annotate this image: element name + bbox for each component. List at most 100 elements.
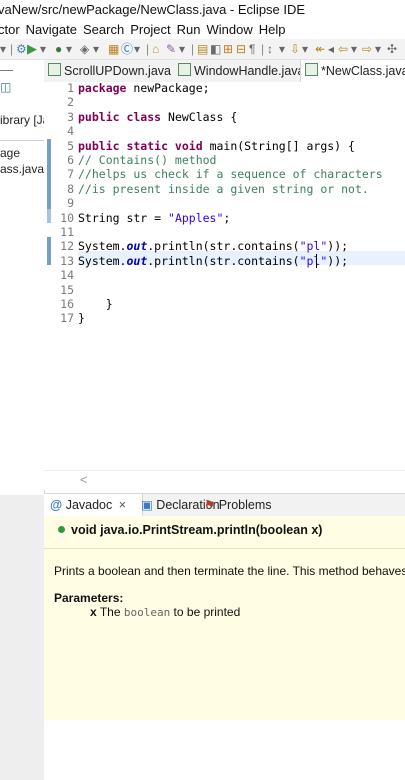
main-toolbar: ▾ | ⚙ ▶ ▾ ● ▾ ◈ ▾ ▦ Ⓒ ▾ | ⌂ ✎ ▾ | ▤ ◧ ⊞ … (0, 39, 405, 60)
menu-refactor[interactable]: ctor (0, 20, 20, 39)
menu-help[interactable]: Help (259, 20, 286, 39)
pin-editor-icon[interactable]: ✣ (387, 42, 397, 56)
tab-windowhandle[interactable]: WindowHandle.java (178, 60, 304, 82)
open-type-icon[interactable]: ⌂ (152, 42, 159, 56)
tree-item-newclass[interactable]: ass.java (0, 162, 44, 176)
menu-window[interactable]: Window (207, 20, 253, 39)
new-dropdown-icon[interactable]: ▾ (134, 42, 140, 56)
back-dropdown-icon[interactable]: ▾ (351, 42, 357, 56)
toolbar-separator: | (10, 42, 14, 56)
menu-search[interactable]: Search (83, 20, 124, 39)
param-text-pre: The (99, 605, 121, 619)
menu-navigate[interactable]: Navigate (26, 20, 77, 39)
change-marker (47, 237, 51, 265)
public-method-icon (58, 526, 65, 533)
code-editor[interactable]: 1 2 3 4 5 6 7 8 9 10 11 12 13 14 15 16 17 package newPac… (44, 81, 405, 490)
menu-bar: ctor Navigate Search Project Run Window Help (0, 20, 405, 39)
run-icon[interactable]: ▶ (27, 42, 37, 56)
line-number: 7 (67, 167, 74, 182)
code-area[interactable]: package newPackage; public class NewClass… (78, 81, 405, 490)
new-class-icon[interactable]: Ⓒ (121, 42, 133, 56)
prev-dropdown-icon[interactable]: ▾ (302, 42, 308, 56)
toggle-block-icon[interactable]: ⊟ (236, 42, 246, 56)
code-line[interactable]: //helps us check if a sequence of charac… (78, 167, 383, 181)
code-line[interactable]: System.out.println(str.contains("pl")); (78, 254, 348, 268)
menu-run[interactable]: Run (177, 20, 201, 39)
forward-dropdown-icon[interactable]: ▾ (375, 42, 381, 56)
signature-text: void java.io.PrintStream.println(boolean… (71, 523, 323, 537)
open-task-icon[interactable]: ▤ (197, 42, 208, 56)
search-tool-icon[interactable]: ✎ (166, 42, 176, 56)
code-token: String str = (78, 210, 169, 225)
line-number: 9 (67, 196, 74, 211)
code-line[interactable]: } (78, 297, 113, 311)
java-file-icon (48, 63, 61, 76)
line-number: 11 (60, 225, 74, 239)
line-number: 1 (67, 81, 74, 95)
coverage-icon[interactable]: ● (55, 42, 62, 56)
toolbar-separator-4: | (261, 42, 265, 56)
code-token: "pl" (299, 253, 328, 268)
tree-item-jre-library[interactable]: ibrary [Ja (0, 113, 49, 127)
javadoc-param: x The boolean to be printed (90, 605, 240, 619)
search-dropdown-icon[interactable]: ▾ (179, 42, 185, 56)
toolbar-separator-3: | (191, 42, 195, 56)
tab-problems[interactable]: ⚑ Problems (204, 494, 272, 516)
coverage-dropdown-icon[interactable]: ▾ (66, 42, 72, 56)
tab-label: WindowHandle.java (194, 64, 305, 78)
javadoc-params-heading: Parameters: (54, 591, 124, 605)
code-token: .println(str.contains( (147, 239, 300, 254)
tools-dropdown-icon[interactable]: ▾ (93, 42, 99, 56)
code-line[interactable]: String str = "Apples"; (78, 211, 230, 225)
code-token: } (78, 297, 113, 311)
back-nav-icon[interactable]: ⇦ (338, 42, 348, 56)
code-line[interactable]: System.out.println(str.contains("pl")); (78, 239, 348, 253)
change-marker (47, 139, 51, 209)
java-file-icon (178, 63, 191, 76)
declaration-icon: ▣ (141, 498, 153, 512)
javadoc-divider (44, 548, 405, 549)
tab-scrollupdown[interactable]: ScrollUPDown.java (48, 60, 171, 82)
back-icon[interactable]: ◂ (328, 42, 334, 56)
line-number: 3 (67, 109, 74, 124)
tree-item-package[interactable]: age (0, 146, 20, 160)
scroll-left-icon[interactable]: < (80, 472, 88, 487)
param-name: x (90, 605, 97, 619)
code-token: System. (78, 253, 127, 268)
editor-ruler (44, 82, 52, 490)
prev-annotation-icon[interactable]: ⇩ (290, 42, 300, 56)
show-whitespace-icon[interactable]: ¶ (249, 42, 255, 56)
window-title: vaNew/src/newPackage/NewClass.java - Ecl… (0, 2, 306, 17)
code-line[interactable]: //is present inside a given string or no… (78, 182, 369, 196)
param-text-post: to be printed (173, 605, 241, 619)
menu-project[interactable]: Project (130, 20, 170, 39)
external-tools-icon[interactable]: ◈ (80, 42, 89, 56)
toolbar-chevron-icon[interactable]: ▾ (0, 42, 6, 56)
line-number: 15 (60, 282, 74, 297)
next-annotation-icon[interactable]: ↕ (267, 42, 273, 56)
annotation-dropdown-icon[interactable]: ▾ (279, 42, 285, 56)
code-token: public static void (78, 138, 210, 153)
code-line[interactable]: } (78, 311, 85, 325)
editor-tab-bar: ScrollUPDown.java WindowHandle.java *New… (44, 60, 405, 83)
code-line[interactable]: // Contains() method (78, 153, 216, 167)
minimize-icon[interactable]: — (0, 62, 13, 77)
tab-newclass[interactable]: *NewClass.java (300, 60, 405, 82)
toggle-breadcrumb-icon[interactable]: ⊞ (223, 42, 233, 56)
package-explorer: — ◫ ibrary [Ja age ass.java (0, 60, 49, 780)
code-line[interactable]: public class NewClass { (78, 110, 237, 124)
tab-label: ScrollUPDown.java (64, 64, 171, 78)
toggle-mark-icon[interactable]: ◧ (210, 42, 221, 56)
debug-icon[interactable]: ⚙ (16, 42, 27, 56)
forward-nav-icon[interactable]: ⇨ (362, 42, 372, 56)
new-package-icon[interactable]: ▦ (108, 42, 119, 56)
code-token: } (78, 311, 85, 326)
close-icon[interactable]: × (119, 498, 126, 512)
code-line[interactable]: public static void main(String[] args) { (78, 139, 355, 153)
tab-javadoc[interactable]: @ Javadoc × (44, 494, 143, 516)
editor-horizontal-scrollbar[interactable]: < (44, 470, 405, 489)
code-line[interactable]: package newPackage; (78, 81, 210, 95)
code-token: System. (78, 239, 127, 254)
last-edit-icon[interactable]: ↞ (315, 42, 325, 56)
run-dropdown-icon[interactable]: ▾ (40, 42, 46, 56)
